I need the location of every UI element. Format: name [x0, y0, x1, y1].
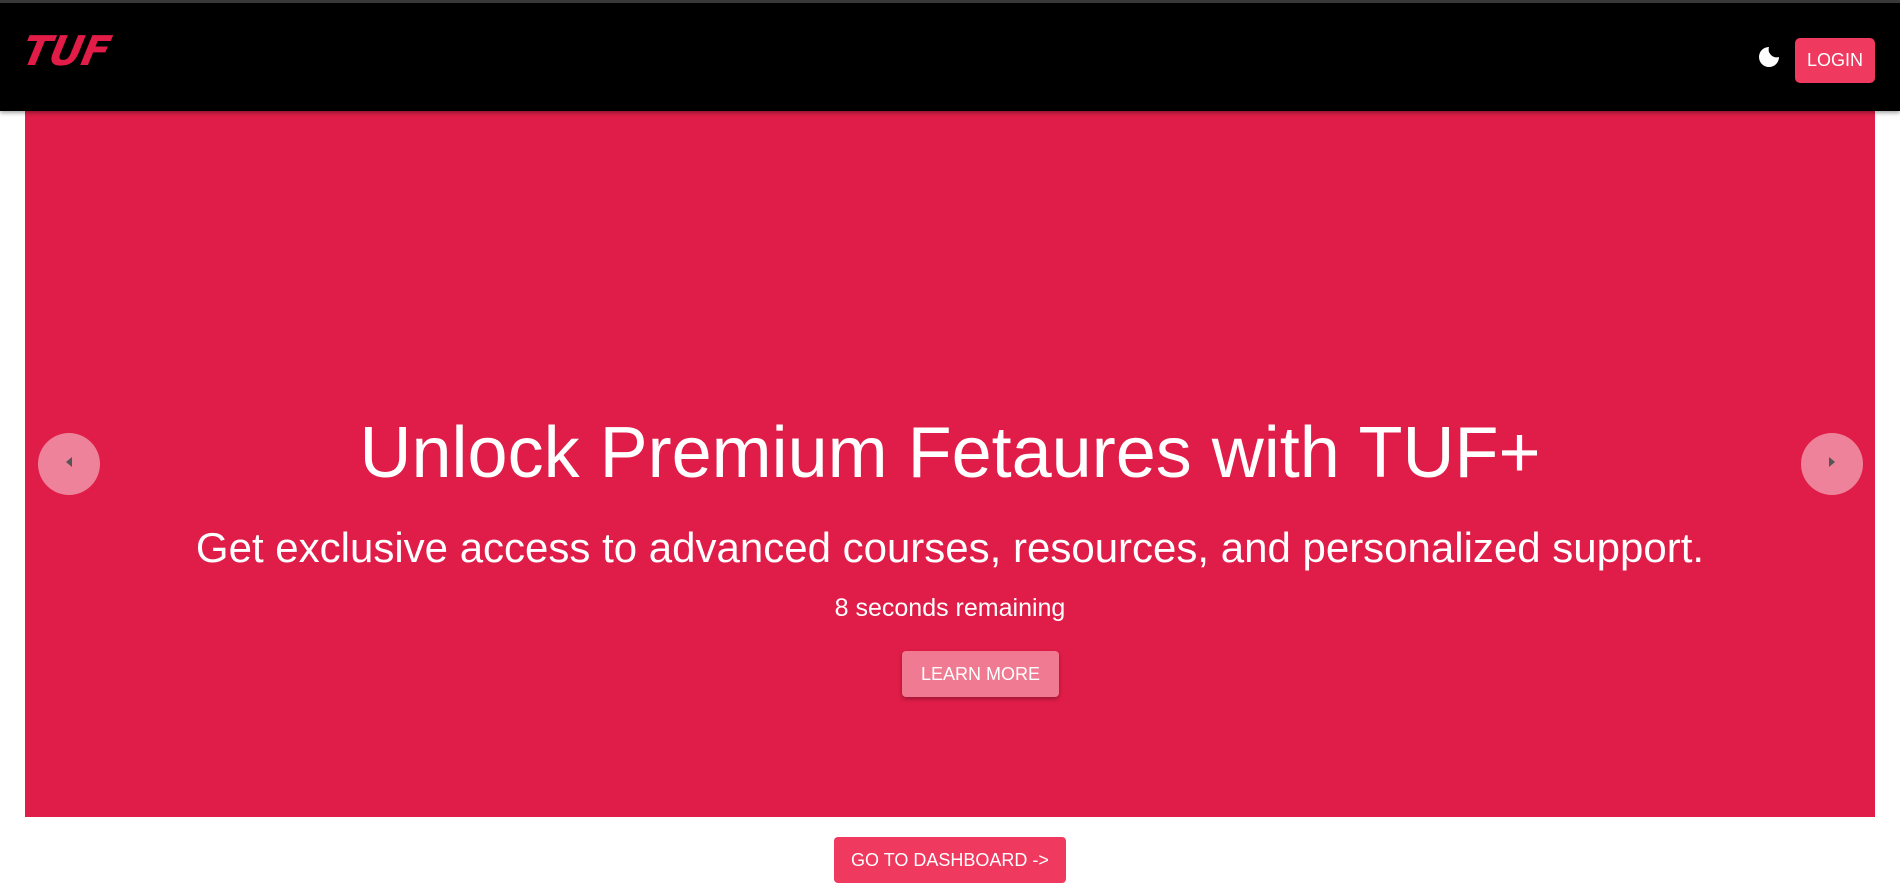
hero-carousel: Unlock Premium Fetaures with TUF+ Get ex…: [25, 111, 1875, 817]
moon-icon: [1757, 45, 1781, 74]
theme-toggle-button[interactable]: [1756, 46, 1782, 72]
login-button[interactable]: LOGIN: [1795, 38, 1875, 83]
carousel-next-button[interactable]: [1801, 433, 1863, 495]
learn-more-button[interactable]: LEARN MORE: [902, 651, 1059, 697]
countdown-text: 8 seconds remaining: [834, 594, 1066, 622]
hero-title: Unlock Premium Fetaures with TUF+: [359, 413, 1541, 493]
hero-subtitle: Get exclusive access to advanced courses…: [195, 524, 1705, 571]
navbar: TUF LOGIN: [0, 3, 1900, 111]
logo-text: TUF: [18, 26, 115, 75]
tuf-logo[interactable]: TUF: [18, 27, 114, 75]
caret-right-icon: [1826, 455, 1838, 474]
go-to-dashboard-button[interactable]: GO TO DASHBOARD ->: [834, 837, 1066, 883]
